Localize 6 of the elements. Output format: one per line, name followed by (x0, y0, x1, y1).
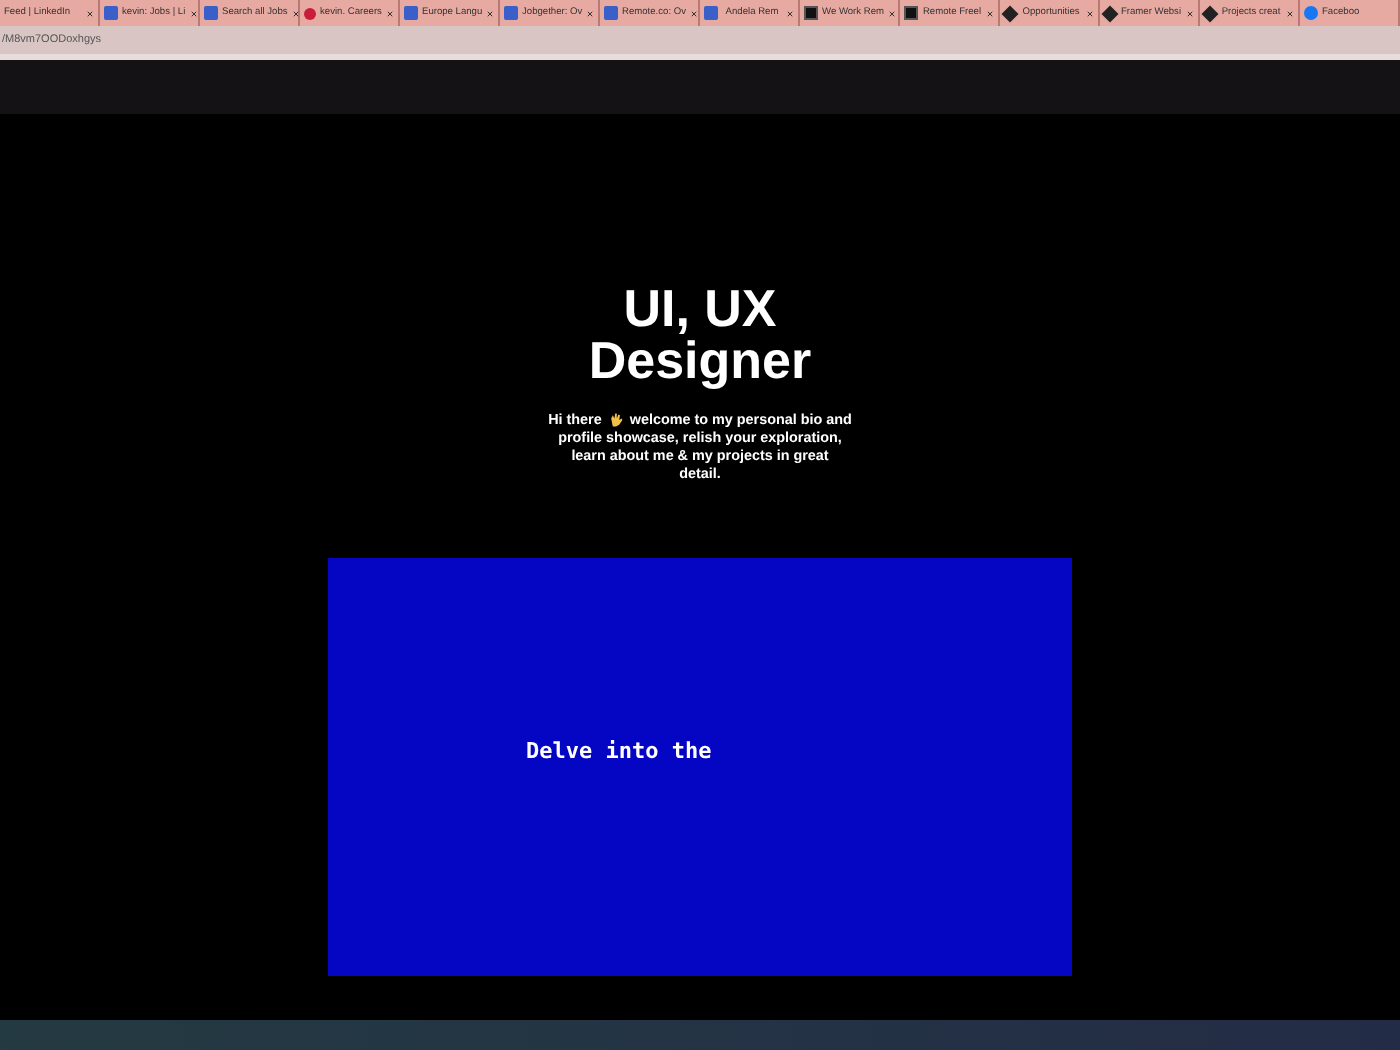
square-icon (804, 6, 818, 20)
hero-title: UI, UX (621, 282, 779, 334)
hero-title: Designer (588, 334, 812, 386)
square-icon (904, 6, 918, 20)
showcase-text: Delve into the (526, 736, 714, 768)
waving-hand-icon (607, 411, 624, 427)
